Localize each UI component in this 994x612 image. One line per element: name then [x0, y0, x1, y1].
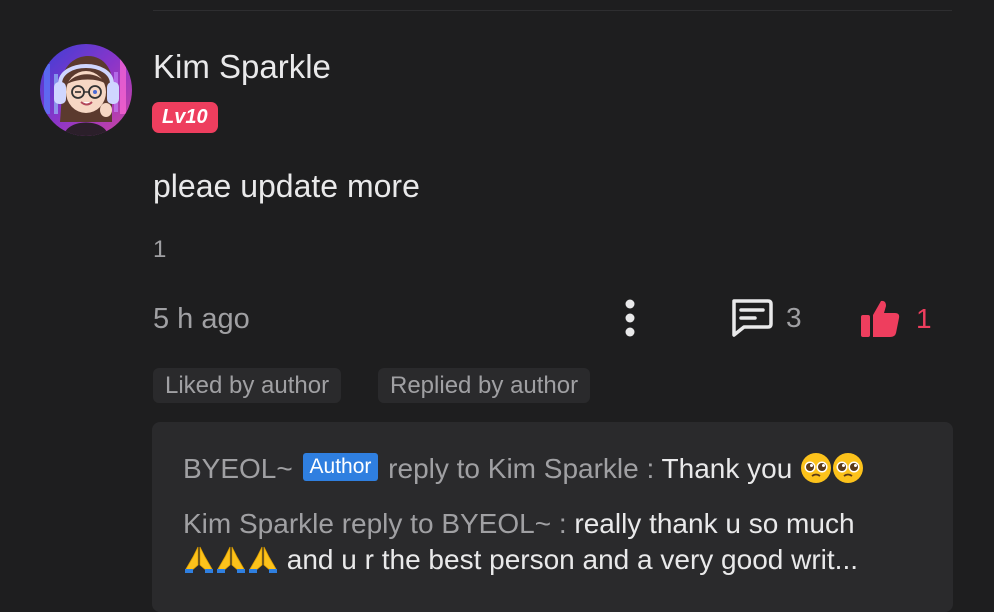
reply-text: Thank you [661, 453, 793, 484]
folded-hands-icon [215, 543, 247, 575]
more-vertical-icon [625, 299, 635, 337]
avatar[interactable] [40, 44, 132, 136]
reply-author-name: Kim Sparkle [183, 508, 334, 539]
timestamp: 5 h ago [153, 303, 250, 335]
reply-item: BYEOL~ Author reply to Kim Sparkle : Tha… [183, 451, 913, 487]
reply-count: 3 [786, 302, 802, 333]
pleading-face-icon [800, 452, 832, 484]
author-badge: Author [302, 453, 379, 481]
reply-text: really thank u so much [574, 508, 855, 539]
pleading-face-icon [832, 452, 864, 484]
avatar-image [40, 44, 132, 136]
reply-to-label: reply to Kim Sparkle : [388, 453, 662, 484]
level-badge: Lv10 [152, 102, 218, 133]
comment-sub-number: 1 [153, 236, 167, 263]
reply-author-name: BYEOL~ [183, 453, 293, 484]
reply-text-continued: and u r the best person and a very good … [279, 544, 859, 575]
username[interactable]: Kim Sparkle [153, 48, 331, 86]
thumbs-up-icon [861, 300, 900, 337]
reply-button[interactable]: 3 [728, 296, 802, 340]
replied-by-author-tag: Replied by author [378, 368, 591, 403]
comment-bubble-icon [732, 299, 773, 337]
reply-to-label: reply to BYEOL~ : [333, 508, 575, 539]
replies-preview[interactable]: BYEOL~ Author reply to Kim Sparkle : Tha… [152, 422, 953, 612]
folded-hands-icon [247, 543, 279, 575]
top-divider [153, 10, 952, 11]
folded-hands-icon [183, 543, 215, 575]
comment-text: pleae update more [153, 168, 420, 204]
liked-by-author-tag: Liked by author [153, 368, 342, 403]
more-options-button[interactable] [612, 296, 648, 342]
like-count: 1 [916, 303, 932, 334]
like-button[interactable]: 1 [858, 296, 932, 342]
reply-item: Kim Sparkle reply to BYEOL~ : really tha… [183, 506, 913, 578]
